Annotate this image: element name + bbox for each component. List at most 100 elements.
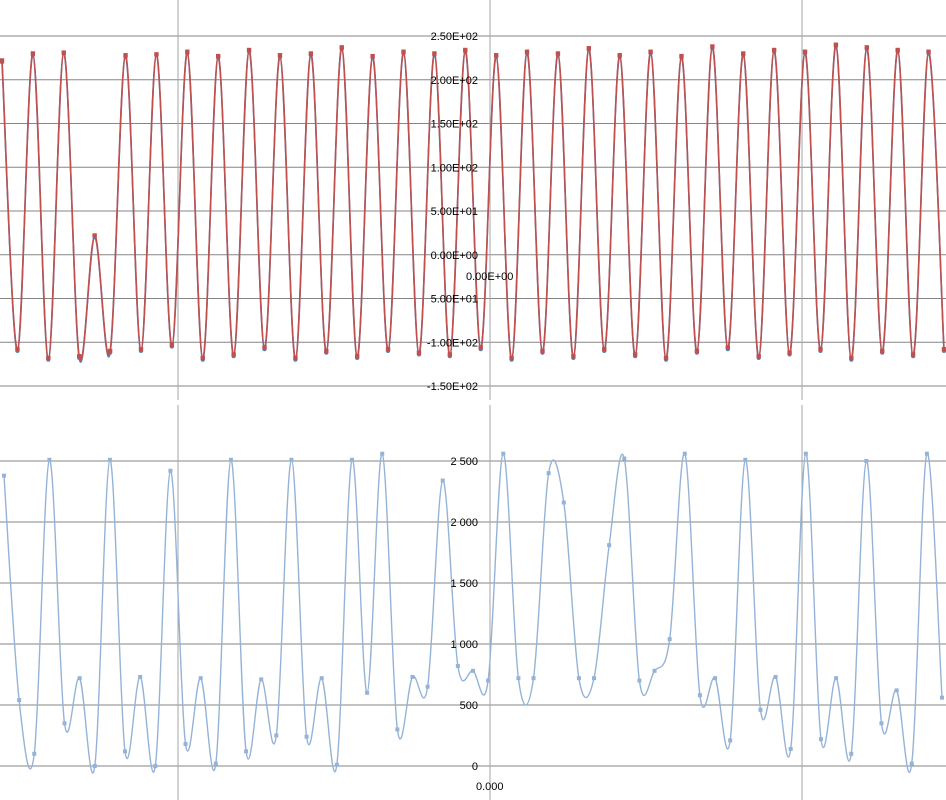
top-point-red (215, 53, 221, 59)
top-point-red (123, 53, 128, 58)
bottom-point (652, 668, 657, 673)
bottom-point (849, 751, 854, 756)
bottom-point (546, 471, 551, 476)
bottom-point (576, 676, 581, 681)
top-point-red (432, 51, 437, 56)
top-point-red (138, 347, 144, 352)
bottom-point (228, 457, 233, 462)
top-y-tick: 0.00E+00 (431, 250, 478, 262)
bottom-point (425, 684, 430, 689)
top-point-red (354, 354, 360, 359)
bottom-point (471, 668, 475, 673)
bottom-y-tick: 2 000 (450, 517, 478, 529)
top-point-red (926, 49, 931, 54)
bottom-point (607, 543, 612, 548)
bottom-point (319, 676, 324, 681)
top-point-red (92, 233, 97, 238)
bottom-point (380, 451, 385, 456)
top-point-red (540, 348, 545, 354)
bottom-point (213, 761, 218, 766)
top-point-red (169, 342, 175, 348)
bottom-x-tick-label: 0.000 (476, 781, 504, 793)
top-y-tick: 2.00E+02 (431, 75, 478, 87)
bottom-point (334, 762, 339, 767)
top-point-red (833, 42, 839, 47)
bottom-point (561, 500, 566, 505)
bottom-point (622, 456, 627, 461)
top-point-red (941, 347, 946, 352)
bottom-point (365, 690, 370, 695)
top-point-red (880, 348, 885, 354)
bottom-y-tick: 2 500 (450, 456, 478, 468)
top-point-red (617, 53, 622, 58)
top-point-red (77, 354, 82, 359)
top-point-red (385, 347, 391, 352)
top-point-red (107, 348, 113, 354)
bottom-point (410, 674, 415, 679)
bottom-point (592, 676, 597, 681)
top-point-red (61, 50, 66, 55)
top-point-red (586, 46, 592, 51)
bottom-point (667, 637, 672, 642)
bottom-point (289, 457, 294, 462)
bottom-point (803, 451, 808, 456)
bottom-point (531, 676, 536, 681)
top-point-red (277, 53, 283, 58)
top-point-red (231, 352, 236, 357)
top-y-tick: 5.00E+01 (431, 294, 478, 306)
top-y-tick: 2.50E+02 (431, 31, 478, 43)
bottom-point (909, 761, 914, 766)
top-x-tick-label: 0.00E+00 (466, 271, 513, 283)
top-point-red (787, 350, 792, 355)
bottom-y-tick-labels: 0 500 1 000 1 500 2 000 2 500 (450, 456, 478, 773)
top-point-red (246, 47, 252, 53)
top-point-red (416, 350, 422, 355)
bottom-point (198, 676, 203, 681)
bottom-point (940, 695, 944, 700)
bottom-point (879, 721, 884, 726)
top-point-red (185, 49, 190, 54)
bottom-point (894, 688, 899, 693)
bottom-point (395, 727, 400, 732)
top-point-red (401, 49, 406, 54)
bottom-point (183, 742, 188, 747)
top-point-red (463, 47, 468, 53)
top-point-red (710, 44, 715, 49)
top-point-red (648, 49, 653, 54)
bottom-point (682, 451, 687, 456)
bottom-point (32, 751, 37, 756)
top-point-red (725, 345, 731, 350)
bottom-point (864, 459, 869, 463)
bottom-y-tick: 1 000 (450, 639, 478, 651)
bottom-point (77, 676, 82, 681)
top-y-tick: -1.00E+02 (427, 337, 478, 349)
top-point-red (849, 355, 854, 361)
bottom-point (259, 677, 264, 682)
top-point-red (895, 47, 900, 53)
top-y-tick: 1.00E+02 (431, 162, 478, 174)
top-point-red (293, 355, 298, 361)
top-point-red (493, 53, 499, 58)
top-chart: -1.50E+02 -1.00E+02 5.00E+01 0.00E+00 5.00E+… (0, 0, 946, 400)
top-series-group (0, 42, 946, 363)
bottom-point (123, 749, 128, 754)
top-point-red (602, 347, 607, 352)
bottom-gridlines (0, 460, 946, 767)
bottom-point (834, 676, 839, 681)
top-point-red (663, 355, 669, 361)
bottom-point (924, 451, 929, 456)
bottom-y-tick: 0 (472, 761, 478, 773)
top-point-red (571, 354, 576, 359)
bottom-point (758, 707, 763, 712)
bottom-point (92, 764, 97, 768)
top-point-red (741, 51, 746, 56)
top-point-red (694, 348, 700, 354)
top-y-tick: 5.00E+01 (431, 206, 478, 218)
bottom-point (153, 764, 158, 768)
bottom-point (47, 457, 52, 462)
bottom-point (62, 721, 67, 726)
bottom-point (455, 663, 460, 668)
top-point-red (555, 51, 561, 56)
bottom-point (743, 457, 748, 462)
bottom-point (17, 698, 22, 703)
